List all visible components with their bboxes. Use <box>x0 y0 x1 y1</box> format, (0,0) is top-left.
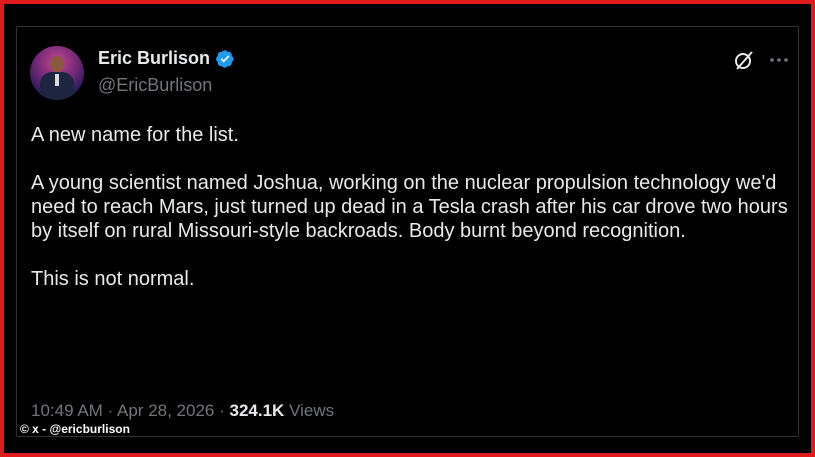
tweet-text: A new name for the list. A young scienti… <box>31 123 801 291</box>
author-name-row: Eric Burlison <box>98 48 235 69</box>
author-name[interactable]: Eric Burlison <box>98 48 210 69</box>
author-handle[interactable]: @EricBurlison <box>98 75 212 96</box>
tweet-line-2: A young scientist named Joshua, working … <box>31 172 788 242</box>
views-count: 324.1K <box>229 401 285 420</box>
verified-badge-icon <box>215 49 235 69</box>
grok-icon[interactable] <box>732 48 756 72</box>
more-options-icon[interactable] <box>766 50 792 70</box>
tweet-line-1: A new name for the list. <box>31 124 239 146</box>
tweet-date[interactable]: Apr 28, 2026 <box>117 401 214 420</box>
tweet-line-3: This is not normal. <box>31 268 195 290</box>
image-credit: © x - @ericburlison <box>20 422 130 436</box>
image-frame: Eric Burlison @EricBurlison A new name f… <box>0 0 815 457</box>
tweet-time[interactable]: 10:49 AM <box>31 401 103 420</box>
views-label: Views <box>289 401 335 420</box>
avatar[interactable] <box>30 46 84 100</box>
tweet-meta: 10:49 AM · Apr 28, 2026 · 324.1K Views <box>31 401 335 420</box>
